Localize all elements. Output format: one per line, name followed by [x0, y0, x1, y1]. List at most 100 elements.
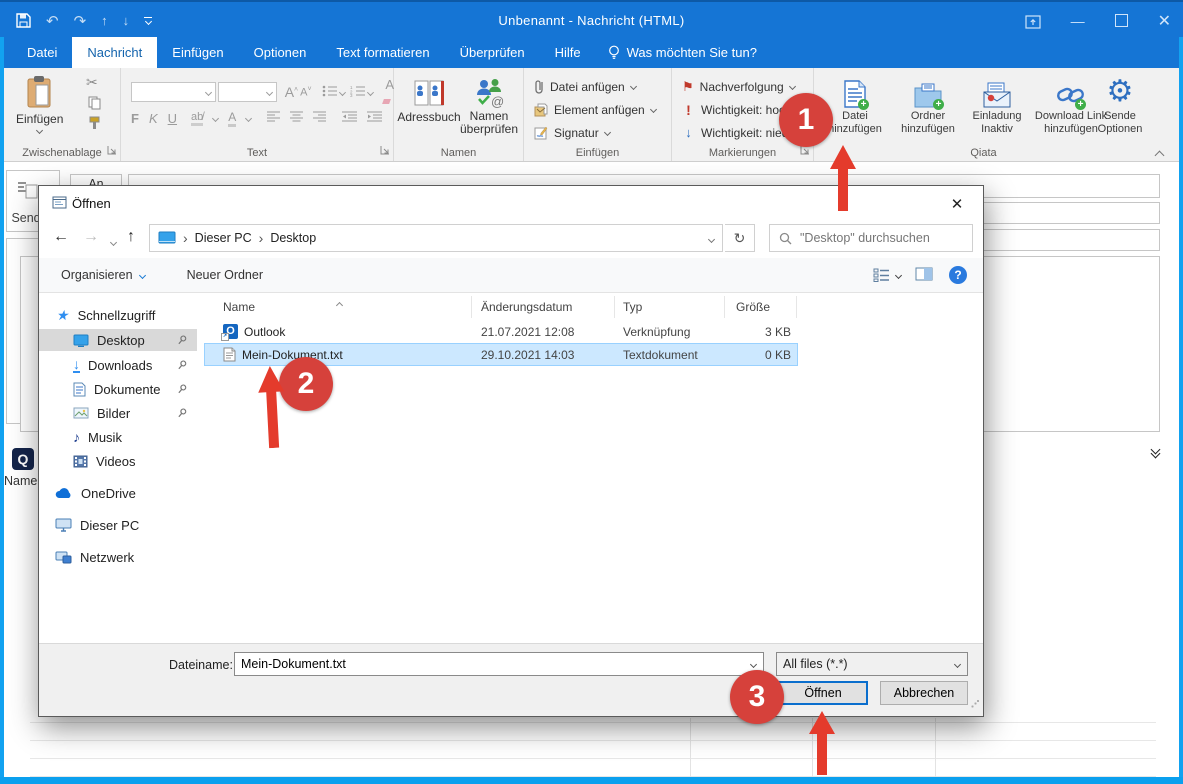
numbered-list-icon[interactable]: 123: [350, 85, 366, 100]
filetype-combo[interactable]: All files (*.*): [776, 652, 968, 676]
bullet-list-icon[interactable]: [322, 85, 338, 100]
open-button[interactable]: Öffnen: [778, 681, 868, 705]
refresh-button[interactable]: ↻: [725, 224, 755, 252]
plus-badge-icon: +: [858, 99, 869, 110]
pictures-icon: [73, 407, 89, 419]
ribbon-display-options-icon[interactable]: [1025, 12, 1041, 28]
up-button[interactable]: ↑: [127, 229, 135, 245]
sidebar-item-music[interactable]: ♪ Musik: [73, 426, 122, 448]
minimize-button[interactable]: —: [1071, 13, 1085, 29]
recent-locations-icon[interactable]: [111, 234, 116, 248]
attach-item-button[interactable]: Element anfügen: [534, 99, 656, 120]
forward-button[interactable]: →: [83, 229, 99, 245]
search-box[interactable]: "Desktop" durchsuchen: [769, 224, 973, 252]
cut-icon[interactable]: ✂: [86, 74, 98, 91]
increase-indent-icon[interactable]: [367, 111, 382, 125]
tab-text-formatieren[interactable]: Text formatieren: [321, 37, 444, 68]
sidebar-item-pictures[interactable]: Bilder: [73, 402, 130, 424]
align-left-icon[interactable]: [267, 111, 280, 125]
sidebar-item-quick-access[interactable]: ★ Schnellzugriff: [57, 304, 155, 326]
breadcrumb-this-pc[interactable]: Dieser PC: [195, 231, 252, 245]
sidebar-item-documents[interactable]: Dokumente: [73, 378, 160, 400]
filename-input[interactable]: [235, 657, 743, 671]
decrease-indent-icon[interactable]: [342, 111, 357, 125]
check-names-button[interactable]: @ Namen überprüfen: [458, 78, 520, 136]
tab-nachricht[interactable]: Nachricht: [72, 37, 157, 68]
clipboard-dialog-launcher-icon[interactable]: [107, 144, 117, 158]
italic-icon[interactable]: K: [149, 111, 158, 126]
view-details-icon[interactable]: [873, 268, 901, 282]
tab-hilfe[interactable]: Hilfe: [540, 37, 596, 68]
outlook-shortcut-icon: O↗: [223, 324, 238, 339]
qiata-send-options-button[interactable]: ⚙ Sende Optionen: [1090, 74, 1150, 136]
preview-pane-icon[interactable]: [915, 267, 933, 284]
undo-icon[interactable]: ↶: [46, 12, 59, 30]
importance-high-button[interactable]: ! Wichtigkeit: hoch: [682, 99, 792, 120]
tab-optionen[interactable]: Optionen: [239, 37, 322, 68]
align-right-icon[interactable]: [313, 111, 326, 125]
column-header-size[interactable]: Größe: [736, 300, 770, 314]
customize-qat-icon[interactable]: [144, 17, 152, 24]
move-up-icon[interactable]: ↑: [101, 13, 108, 28]
font-size-combo[interactable]: [218, 82, 276, 102]
column-header-name[interactable]: Name: [223, 300, 255, 314]
redo-icon[interactable]: ↷: [74, 12, 87, 30]
sort-ascending-icon: [337, 297, 342, 311]
cancel-button[interactable]: Abbrechen: [880, 681, 968, 705]
font-family-combo[interactable]: [131, 82, 216, 102]
breadcrumb-desktop[interactable]: Desktop: [270, 231, 316, 245]
window-title: Unbenannt - Nachricht (HTML): [200, 4, 983, 37]
check-names-icon: @: [473, 78, 505, 108]
clipboard-icon: [25, 76, 55, 110]
save-icon[interactable]: [16, 12, 31, 30]
tell-me-box[interactable]: Was möchten Sie tun?: [596, 37, 769, 68]
tab-einfuegen[interactable]: Einfügen: [157, 37, 238, 68]
filename-combo: [234, 652, 764, 676]
font-color-icon[interactable]: A: [228, 110, 236, 127]
tab-datei[interactable]: Datei: [12, 37, 72, 68]
address-book-button[interactable]: Adressbuch: [400, 78, 458, 124]
bold-icon[interactable]: F: [131, 111, 139, 126]
expand-panel-icon[interactable]: [1152, 446, 1159, 457]
column-header-date[interactable]: Änderungsdatum: [481, 300, 572, 314]
move-down-icon[interactable]: ↓: [123, 13, 130, 28]
maximize-button[interactable]: [1115, 14, 1128, 27]
attach-file-button[interactable]: Datei anfügen: [534, 76, 636, 97]
resize-grip[interactable]: [971, 700, 979, 708]
qiata-add-folder-button[interactable]: + Ordner hinzufügen: [892, 74, 964, 136]
help-icon[interactable]: ?: [949, 266, 967, 284]
address-bar[interactable]: › Dieser PC › Desktop: [149, 224, 723, 252]
sidebar-item-onedrive[interactable]: OneDrive: [55, 482, 136, 504]
align-center-icon[interactable]: [290, 111, 303, 125]
collapse-ribbon-icon[interactable]: [1156, 148, 1163, 162]
column-header-type[interactable]: Typ: [623, 300, 642, 314]
copy-icon[interactable]: [88, 96, 101, 113]
new-folder-button[interactable]: Neuer Ordner: [187, 268, 263, 282]
sidebar-item-downloads[interactable]: ↓ Downloads: [73, 354, 152, 376]
address-dropdown-icon[interactable]: [709, 231, 714, 245]
sidebar-item-videos[interactable]: Videos: [73, 450, 136, 472]
text-dialog-launcher-icon[interactable]: [380, 144, 390, 158]
tab-ueberpruefen[interactable]: Überprüfen: [445, 37, 540, 68]
underline-icon[interactable]: U: [168, 111, 177, 126]
sidebar-item-desktop[interactable]: Desktop: [39, 329, 197, 351]
paste-button[interactable]: Einfügen: [16, 76, 63, 133]
highlight-color-icon[interactable]: ab̸: [191, 111, 203, 126]
format-painter-icon[interactable]: [88, 116, 101, 133]
close-button[interactable]: ✕: [1158, 11, 1171, 31]
shrink-font-icon[interactable]: A˅: [300, 86, 311, 99]
signature-button[interactable]: Signatur: [534, 122, 610, 143]
sidebar-item-network[interactable]: Netzwerk: [55, 546, 134, 568]
dialog-close-button[interactable]: ✕: [937, 190, 977, 218]
sidebar-item-this-pc[interactable]: Dieser PC: [55, 514, 139, 536]
follow-up-button[interactable]: ⚑ Nachverfolgung: [682, 76, 795, 97]
grow-font-icon[interactable]: A˄: [285, 84, 298, 100]
organize-button[interactable]: Organisieren: [61, 268, 145, 282]
quick-access-toolbar: ↶ ↷ ↑ ↓: [16, 4, 152, 37]
annotation-step-1: 1: [779, 93, 833, 147]
invitation-envelope-icon: [983, 82, 1011, 108]
ribbon: Einfügen ✂ Zwischenablage A˄ A˅ 123 A F …: [4, 68, 1179, 162]
back-button[interactable]: ←: [53, 229, 69, 245]
qiata-invitation-button[interactable]: Einladung Inaktiv: [966, 74, 1028, 136]
file-row-outlook[interactable]: O↗ Outlook 21.07.2021 12:08 Verknüpfung …: [205, 321, 797, 342]
